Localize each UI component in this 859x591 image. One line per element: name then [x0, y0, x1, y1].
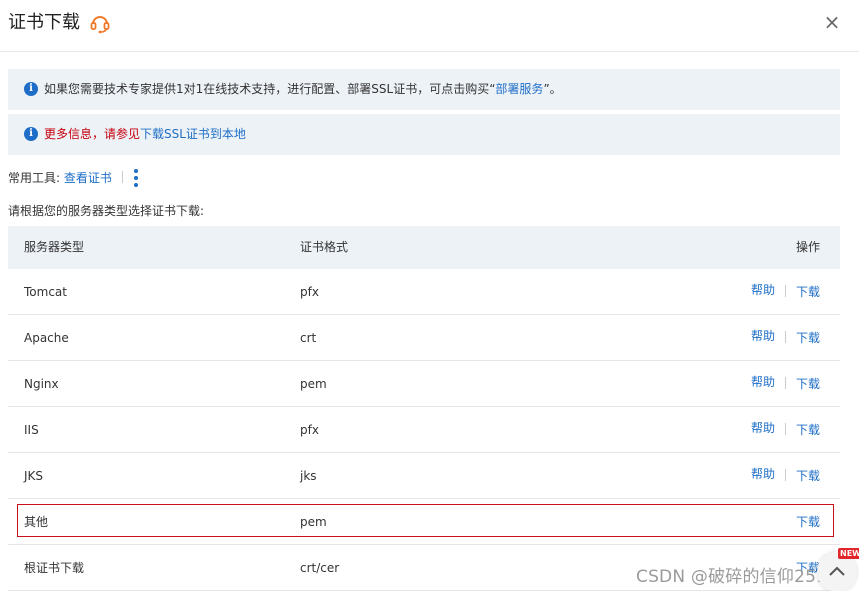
notice-text: 如果您需要技术专家提供1对1在线技术支持，进行配置、部署SSL证书，可点击购买“ — [44, 82, 496, 96]
row-actions: 帮助 下载 — [751, 315, 820, 361]
notice-text-end: ”。 — [543, 82, 562, 96]
notice-text: 更多信息，请参见 — [44, 127, 141, 141]
server-type: Nginx — [24, 377, 59, 391]
download-link[interactable]: 下载 — [796, 469, 820, 483]
divider — [121, 171, 123, 183]
cert-format: pfx — [300, 285, 319, 299]
cert-format: crt/cer — [300, 561, 340, 575]
cert-format: jks — [300, 469, 317, 483]
more-info-notice: i 更多信息，请参见下载SSL证书到本地 — [8, 114, 840, 155]
help-link[interactable]: 帮助 — [751, 329, 775, 343]
server-type: Tomcat — [24, 285, 67, 299]
help-link[interactable]: 帮助 — [751, 283, 775, 297]
cert-format: crt — [300, 331, 317, 345]
column-header-action: 操作 — [795, 240, 820, 254]
server-type: IIS — [24, 423, 39, 437]
info-icon: i — [24, 127, 38, 141]
highlight-box — [17, 504, 834, 537]
divider — [784, 469, 786, 481]
table-row: JKS jks 帮助 下载 — [8, 453, 840, 499]
row-actions: 帮助 下载 — [751, 269, 820, 315]
common-tools: 常用工具: 查看证书 — [8, 169, 133, 187]
help-link[interactable]: 帮助 — [751, 467, 775, 481]
dialog-title: 证书下载 — [8, 12, 80, 33]
table-row: IIS pfx 帮助 下载 — [8, 407, 840, 453]
download-link[interactable]: 下载 — [796, 423, 820, 437]
table-header: 服务器类型 证书格式 操作 — [8, 226, 840, 269]
help-link[interactable]: 帮助 — [751, 421, 775, 435]
row-actions: 帮助 下载 — [751, 407, 820, 453]
server-type: Apache — [24, 331, 69, 345]
download-link[interactable]: 下载 — [796, 331, 820, 345]
more-options-icon[interactable] — [129, 167, 143, 189]
cert-format: pfx — [300, 423, 319, 437]
cert-format: pem — [300, 377, 327, 391]
download-link[interactable]: 下载 — [796, 377, 820, 391]
table-row: Tomcat pfx 帮助 下载 — [8, 269, 840, 315]
download-ssl-cert-link[interactable]: 下载SSL证书到本地 — [140, 127, 246, 141]
info-icon: i — [24, 82, 38, 96]
instruction-text: 请根据您的服务器类型选择证书下载: — [8, 204, 205, 218]
tech-support-notice: i 如果您需要技术专家提供1对1在线技术支持，进行配置、部署SSL证书，可点击购… — [8, 69, 840, 110]
table-row: Apache crt 帮助 下载 — [8, 315, 840, 361]
new-badge: NEW — [838, 548, 859, 559]
tools-label: 常用工具: — [8, 171, 61, 185]
divider — [784, 377, 786, 389]
row-actions: 帮助 下载 — [751, 361, 820, 407]
column-header-server-type: 服务器类型 — [24, 240, 85, 254]
divider — [784, 423, 786, 435]
server-type: 根证书下载 — [24, 561, 85, 575]
divider — [784, 331, 786, 343]
headset-support-icon[interactable] — [89, 12, 111, 34]
table-row: Nginx pem 帮助 下载 — [8, 361, 840, 407]
view-certificate-link[interactable]: 查看证书 — [64, 171, 112, 185]
row-actions: 帮助 下载 — [751, 453, 820, 499]
divider — [784, 285, 786, 297]
deploy-service-link[interactable]: 部署服务 — [495, 82, 543, 96]
dialog-header: 证书下载 × — [0, 0, 859, 52]
server-type: JKS — [24, 469, 44, 483]
column-header-format: 证书格式 — [300, 240, 349, 254]
watermark: CSDN @破碎的信仰251 — [636, 567, 828, 587]
close-icon[interactable]: × — [822, 12, 842, 32]
download-link[interactable]: 下载 — [796, 285, 820, 299]
help-link[interactable]: 帮助 — [751, 375, 775, 389]
